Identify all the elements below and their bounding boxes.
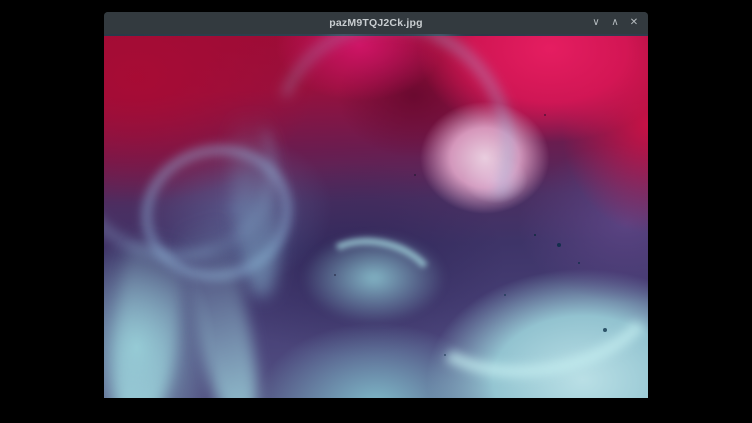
image-canvas[interactable] [104,34,648,398]
desktop-background: pazM9TQJ2Ck.jpg ∨ ∧ ✕ [0,0,752,423]
close-icon[interactable]: ✕ [628,16,640,30]
ink-layer-top-edge [104,34,648,36]
window-controls: ∨ ∧ ✕ [590,12,640,34]
titlebar[interactable]: pazM9TQJ2Ck.jpg ∨ ∧ ✕ [104,12,648,34]
image-viewer-window: pazM9TQJ2Ck.jpg ∨ ∧ ✕ [104,12,648,398]
ink-photo-base [104,34,648,398]
window-title: pazM9TQJ2Ck.jpg [104,12,648,34]
minimize-icon[interactable]: ∨ [590,16,602,30]
maximize-icon[interactable]: ∧ [609,16,621,30]
